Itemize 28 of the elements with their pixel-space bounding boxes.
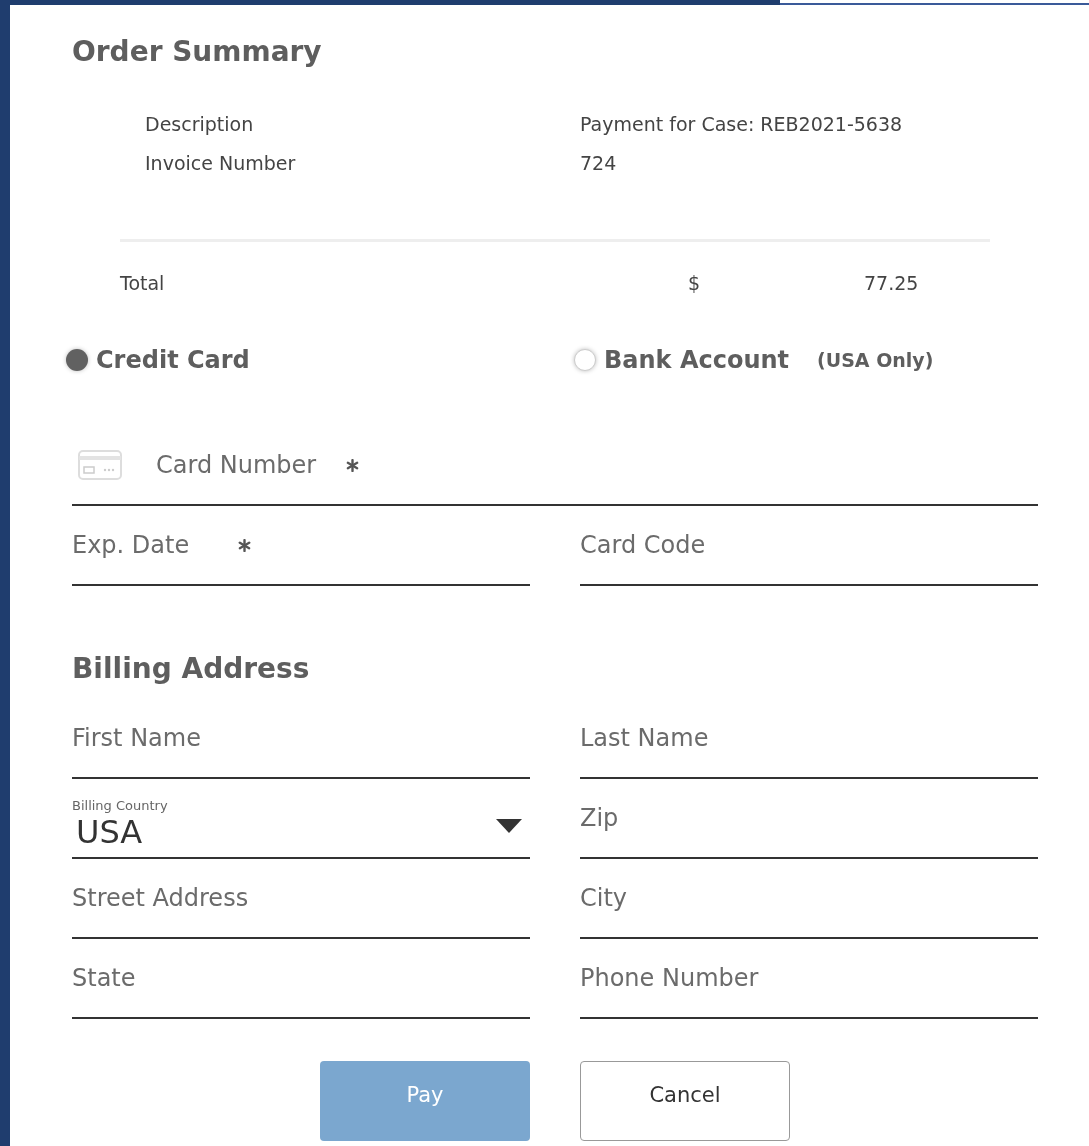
select-value: USA bbox=[76, 813, 143, 851]
payment-method-radio[interactable]: Bank Account bbox=[574, 346, 790, 374]
total-amount: 77.25 bbox=[864, 272, 920, 294]
input-field[interactable]: Zip bbox=[580, 804, 673, 832]
section-title: Billing Address bbox=[72, 652, 311, 685]
total-label: Total bbox=[120, 272, 166, 294]
input-field[interactable]: Phone Number bbox=[580, 964, 770, 992]
cancel-button[interactable]: Cancel bbox=[580, 1061, 790, 1141]
credit-card-icon bbox=[78, 450, 122, 480]
section-title: Order Summary bbox=[72, 35, 323, 68]
summary-label: Description bbox=[145, 112, 255, 137]
currency-symbol: $ bbox=[688, 272, 702, 294]
radio-note: (USA Only) bbox=[817, 349, 934, 371]
input-field[interactable]: State bbox=[72, 964, 177, 992]
input-field[interactable]: First Name bbox=[72, 724, 238, 752]
field-label: Billing Country bbox=[72, 798, 169, 813]
summary-label: Invoice Number bbox=[145, 151, 297, 176]
input-field[interactable]: Street Address bbox=[72, 884, 286, 912]
card-number-field[interactable]: Card Number bbox=[156, 451, 334, 479]
input-field[interactable]: Exp. Date bbox=[72, 531, 226, 559]
payment-method-radio[interactable]: Credit Card bbox=[66, 346, 250, 374]
caret-icon bbox=[496, 819, 522, 833]
input-field[interactable]: City bbox=[580, 884, 673, 912]
summary-value: Payment for Case: REB2021-5638 bbox=[580, 112, 904, 137]
summary-value: 724 bbox=[580, 151, 618, 176]
country-select[interactable]: Billing Country USA bbox=[72, 779, 530, 859]
input-field[interactable]: Last Name bbox=[580, 724, 734, 752]
input-field[interactable]: Card Code bbox=[580, 531, 734, 559]
